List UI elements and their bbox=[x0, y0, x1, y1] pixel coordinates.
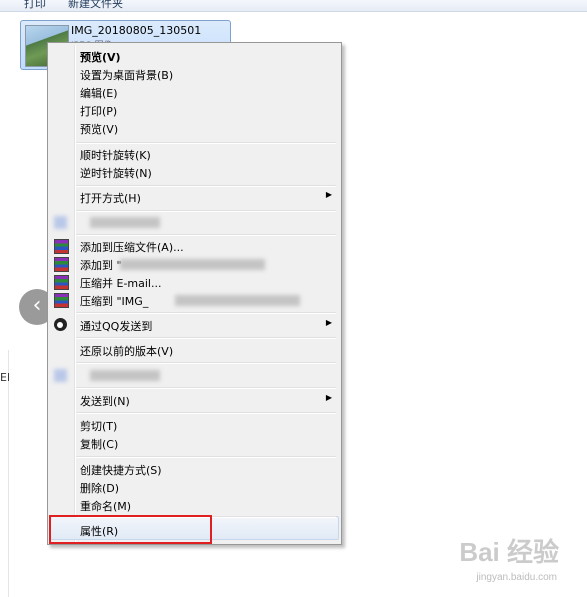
annotation-highlight-box bbox=[49, 515, 212, 544]
submenu-arrow-icon: ▶ bbox=[325, 393, 332, 402]
menu-separator bbox=[76, 456, 336, 458]
menu-item-label: 添加到 " bbox=[80, 259, 122, 272]
menu-separator bbox=[76, 312, 336, 314]
explorer-toolbar: 打印 新建文件夹 bbox=[0, 0, 587, 12]
menu-item-label: 添加到压缩文件(A)... bbox=[80, 241, 184, 254]
menu-item-label: 打印(P) bbox=[80, 105, 118, 118]
context-menu: 预览(V) 设置为桌面背景(B) 编辑(E) 打印(P) 预览(V) 顺时针旋转… bbox=[47, 42, 342, 545]
left-pane-text: El bbox=[0, 371, 11, 384]
winrar-icon bbox=[54, 275, 69, 290]
menu-item-label: 设置为桌面背景(B) bbox=[80, 69, 174, 82]
menu-item-open-with[interactable]: 打开方式(H) ▶ bbox=[50, 188, 339, 206]
winrar-icon bbox=[54, 257, 69, 272]
menu-item-label: 预览(V) bbox=[80, 51, 121, 64]
menu-item-label: 创建快捷方式(S) bbox=[80, 464, 162, 477]
menu-item-label: 还原以前的版本(V) bbox=[80, 345, 174, 358]
menu-item-send-to[interactable]: 发送到(N) ▶ bbox=[50, 391, 339, 409]
menu-item-restore-previous-versions[interactable]: 还原以前的版本(V) bbox=[50, 341, 339, 359]
redacted-label bbox=[90, 217, 160, 228]
menu-separator bbox=[76, 142, 336, 144]
pane-divider bbox=[8, 350, 9, 597]
menu-item-redacted[interactable] bbox=[50, 366, 339, 384]
menu-item-add-to-archive[interactable]: 添加到压缩文件(A)... bbox=[50, 237, 339, 255]
menu-item-label: 打开方式(H) bbox=[80, 192, 141, 205]
menu-item-copy[interactable]: 复制(C) bbox=[50, 434, 339, 452]
menu-item-create-shortcut[interactable]: 创建快捷方式(S) bbox=[50, 460, 339, 478]
menu-item-edit[interactable]: 编辑(E) bbox=[50, 83, 339, 101]
menu-item-label: 编辑(E) bbox=[80, 87, 118, 100]
winrar-icon bbox=[54, 293, 69, 308]
menu-item-label: 逆时针旋转(N) bbox=[80, 167, 152, 180]
menu-item-rotate-clockwise[interactable]: 顺时针旋转(K) bbox=[50, 145, 339, 163]
submenu-arrow-icon: ▶ bbox=[325, 318, 332, 327]
menu-item-label: 重命名(M) bbox=[80, 500, 132, 513]
menu-item-send-via-qq[interactable]: 通过QQ发送到 ▶ bbox=[50, 316, 339, 334]
menu-item-add-to-named-archive[interactable]: 添加到 " bbox=[50, 255, 339, 273]
new-folder-toolbar-button[interactable]: 新建文件夹 bbox=[68, 0, 123, 11]
menu-item-rotate-counterclockwise[interactable]: 逆时针旋转(N) bbox=[50, 163, 339, 181]
menu-item-redacted[interactable] bbox=[50, 213, 339, 231]
redacted-icon bbox=[54, 369, 67, 382]
redacted-archive-name bbox=[175, 295, 300, 306]
menu-item-compress-to[interactable]: 压缩到 "IMG_ bbox=[50, 291, 339, 309]
file-name: IMG_20180805_130501 bbox=[71, 24, 202, 37]
menu-item-cut[interactable]: 剪切(T) bbox=[50, 416, 339, 434]
menu-item-label: 剪切(T) bbox=[80, 420, 118, 433]
winrar-icon bbox=[54, 239, 69, 254]
menu-separator bbox=[76, 210, 336, 212]
menu-separator bbox=[76, 362, 336, 364]
menu-item-label: 预览(V) bbox=[80, 123, 119, 136]
submenu-arrow-icon: ▶ bbox=[325, 190, 332, 199]
menu-separator bbox=[76, 387, 336, 389]
menu-item-preview[interactable]: 预览(V) bbox=[50, 119, 339, 137]
menu-item-rename[interactable]: 重命名(M) bbox=[50, 496, 339, 514]
qq-penguin-icon bbox=[54, 318, 67, 331]
menu-item-label: 通过QQ发送到 bbox=[80, 320, 153, 333]
menu-item-delete[interactable]: 删除(D) bbox=[50, 478, 339, 496]
menu-item-preview-default[interactable]: 预览(V) bbox=[50, 47, 339, 65]
redacted-label bbox=[90, 370, 160, 381]
menu-item-print[interactable]: 打印(P) bbox=[50, 101, 339, 119]
menu-item-label: 顺时针旋转(K) bbox=[80, 149, 151, 162]
menu-item-set-desktop-background[interactable]: 设置为桌面背景(B) bbox=[50, 65, 339, 83]
baidu-watermark: Bai 经验 bbox=[459, 537, 559, 567]
redacted-archive-name bbox=[120, 259, 265, 270]
menu-item-compress-and-email[interactable]: 压缩并 E-mail... bbox=[50, 273, 339, 291]
menu-item-label: 复制(C) bbox=[80, 438, 119, 451]
menu-item-label: 发送到(N) bbox=[80, 395, 130, 408]
menu-item-label: 压缩到 "IMG_ bbox=[80, 295, 149, 308]
print-toolbar-button[interactable]: 打印 bbox=[24, 0, 46, 11]
menu-item-label: 压缩并 E-mail... bbox=[80, 277, 162, 290]
redacted-icon bbox=[54, 216, 67, 229]
menu-item-label: 删除(D) bbox=[80, 482, 120, 495]
menu-separator bbox=[76, 185, 336, 187]
baidu-watermark-url: jingyan.baidu.com bbox=[476, 572, 557, 583]
menu-separator bbox=[76, 412, 336, 414]
menu-separator bbox=[76, 337, 336, 339]
menu-separator bbox=[76, 234, 336, 236]
